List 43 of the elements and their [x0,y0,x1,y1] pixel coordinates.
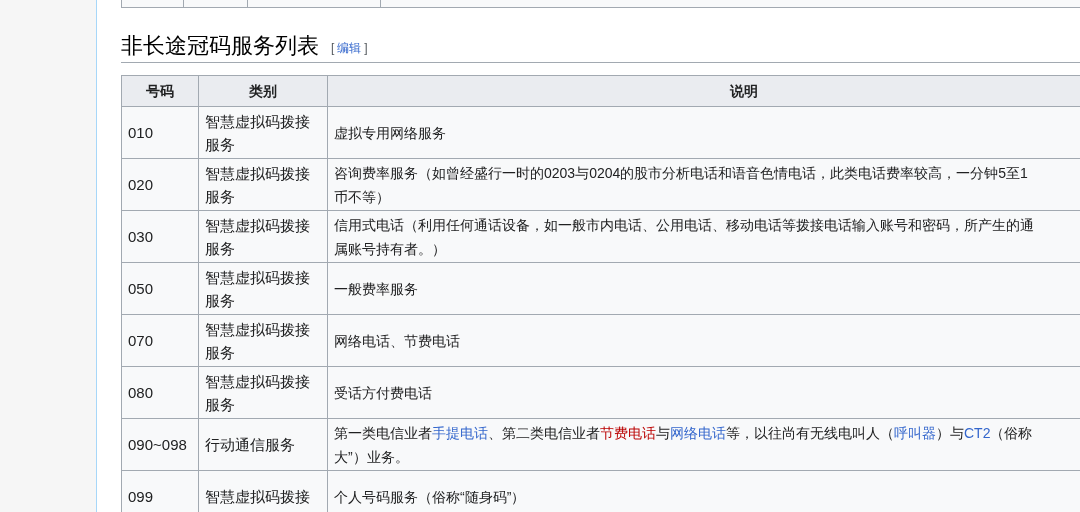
description-text: 个人号码服务（俗称“随身码”） [334,488,526,505]
table-cell: 010 [121,106,199,159]
description-text: 大”）业务。 [334,448,409,465]
description-text: 与 [656,424,670,441]
article-link[interactable]: CT2 [964,424,991,441]
description-text: 等，以往尚有无线电叫人（ [726,424,894,441]
description-text: 受话方付费电话 [334,384,432,401]
edit-link[interactable]: 编辑 [334,39,365,57]
article-link[interactable]: 节费电话 [600,424,656,441]
description-text: 、第二类电信业者 [488,424,600,441]
article-link[interactable]: 手提电话 [432,424,488,441]
article-link[interactable]: 呼叫器 [894,424,936,441]
table-cell: 智慧虚拟码拨接服务 [198,210,328,263]
description-text: 网络电话、节费电话 [334,332,460,349]
section-heading: 非长途冠码服务列表 [121,32,319,60]
table-cell: 090~098 [121,418,199,471]
table-cell: 099 [121,470,199,512]
description-text: 属账号持有者。） [334,240,446,257]
table-cell: 行动通信服务 [198,418,328,471]
description-text: ）与 [936,424,964,441]
description-text: （俗称 [990,424,1033,441]
table-cell: 智慧虚拟码拨接服务 [198,366,328,419]
description-text: 币不等） [334,188,390,205]
article-link[interactable]: 网络电话 [670,424,726,441]
table-cell: 智慧虚拟码拨接服务 [198,106,328,159]
description-text: 信用式电话（利用任何通话设备，如一般市内电话、公用电话、移动电话等拨接电话输入账号和密码，所产生的通 [334,216,1034,233]
table-cell: 智慧虚拟码拨接服务 [198,158,328,211]
column-header: 类别 [198,75,328,107]
table-cell: 030 [121,210,199,263]
table-cell: 智慧虚拟码拨接服务 [198,314,328,367]
bracket: ] [364,40,368,57]
table-cell: 智慧虚拟码拨接服务 [198,262,328,315]
description-text: 咨询费率服务（如曾经盛行一时的0203与0204的股市分析电话和语音色情电话，此类电话费率较高，一分钟5至1 [334,164,1028,181]
description-text: 一般费率服务 [334,280,418,297]
column-header: 说明 [327,75,1080,107]
table-cell: 020 [121,158,199,211]
bracket: [ [331,40,335,57]
description-text: 虚拟专用网络服务 [334,124,446,141]
description-text: 第一类电信业者 [334,424,432,441]
column-header: 号码 [121,75,199,107]
table-cell: 080 [121,366,199,419]
table-cell: 070 [121,314,199,367]
table-cell: 050 [121,262,199,315]
